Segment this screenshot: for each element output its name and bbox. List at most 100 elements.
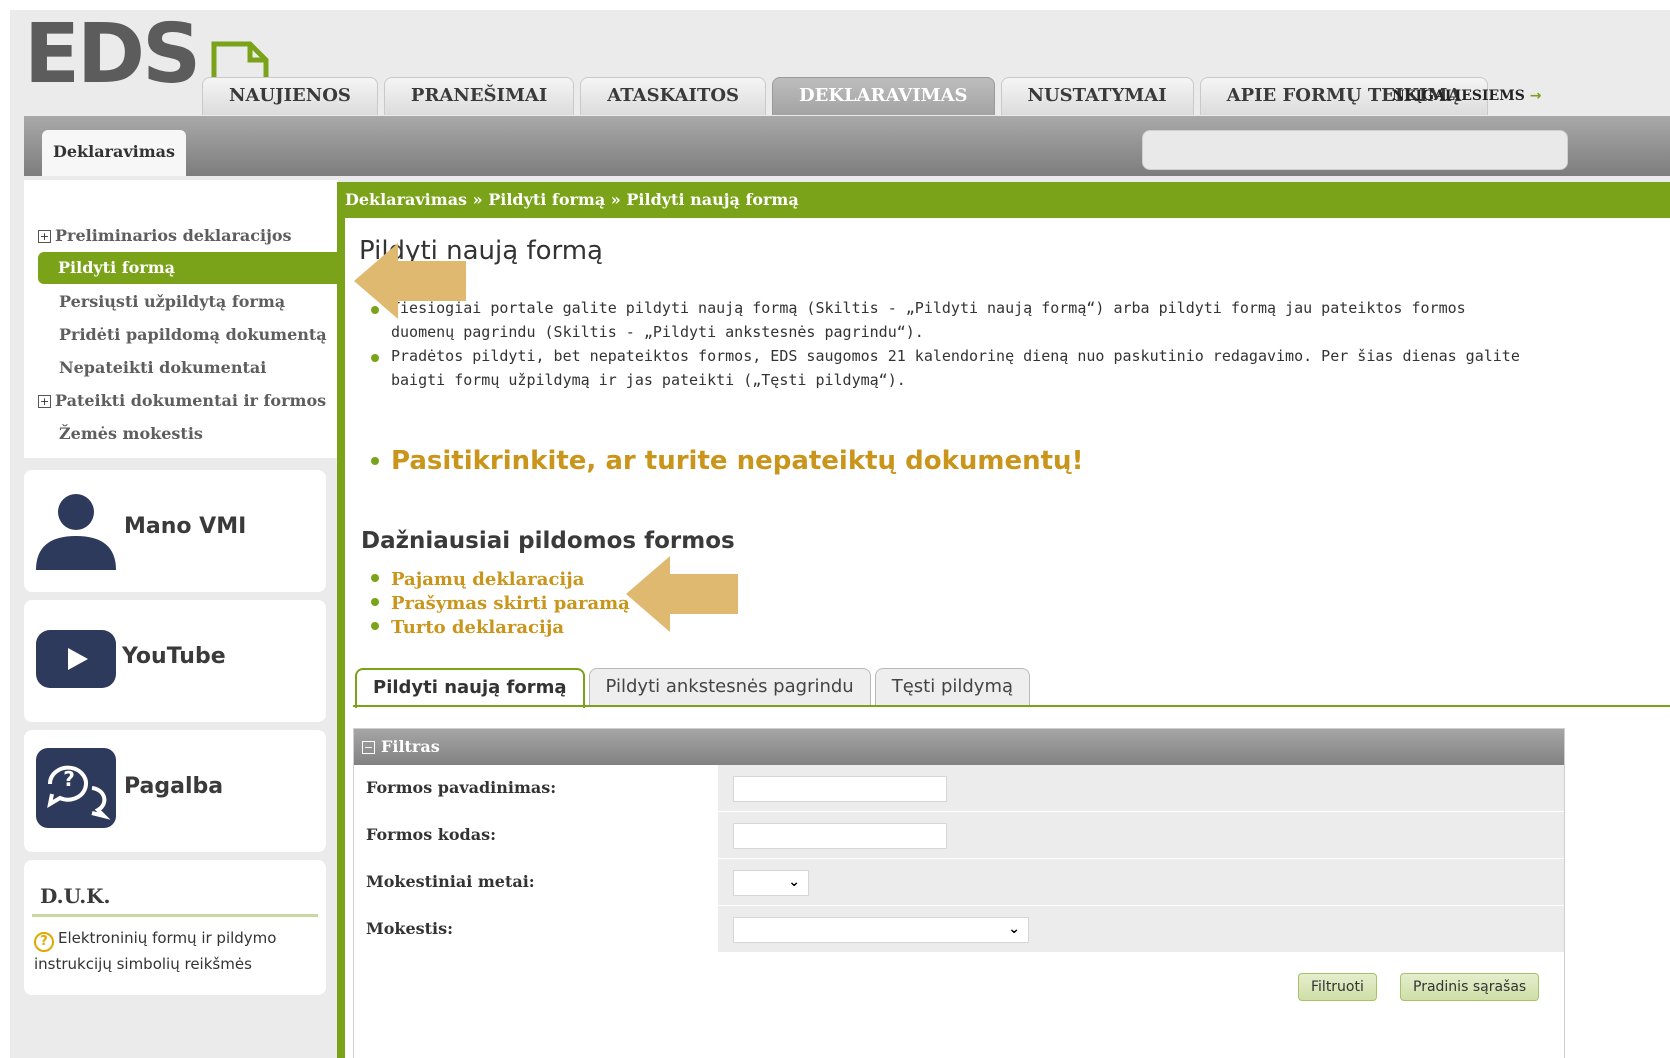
filter-button[interactable]: Filtruoti: [1298, 973, 1377, 1001]
tabs-underline: [353, 705, 1670, 707]
app-frame: EDS NAUJIENOS PRANEŠIMAI ATASKAITOS DEKL…: [10, 10, 1670, 1058]
sidebar-item-label: Nepateikti dokumentai: [59, 358, 267, 377]
info-list: Tiesiogiai portale galite pildyti naują …: [367, 296, 1537, 392]
main-nav: NAUJIENOS PRANEŠIMAI ATASKAITOS DEKLARAV…: [202, 77, 1494, 115]
form-name-input[interactable]: [733, 776, 947, 802]
sidebar-item-preliminarios[interactable]: + Preliminarios deklaracijos: [38, 220, 338, 252]
subtab-deklaravimas[interactable]: Deklaravimas: [42, 130, 186, 176]
frequent-form-label: Prašymas skirti paramą: [391, 593, 630, 614]
logo-text: EDS: [24, 10, 201, 102]
main-content: Deklaravimas » Pildyti formą » Pildyti n…: [337, 182, 1670, 1058]
question-icon: ?: [34, 932, 54, 952]
filter-value-cell: [718, 812, 1564, 858]
bullet-icon: [371, 574, 379, 582]
breadcrumb-item-current: Pildyti naują formą: [626, 190, 799, 209]
tab-naujienos[interactable]: NAUJIENOS: [202, 77, 378, 115]
pagalba-label: Pagalba: [124, 774, 224, 799]
accessibility-link-label: NEĮGALIESIEMS: [1392, 88, 1525, 104]
breadcrumb-separator: »: [610, 190, 621, 209]
expand-plus-icon[interactable]: +: [38, 395, 51, 408]
filter-label: Formos kodas:: [354, 812, 718, 858]
tab-ataskaitos[interactable]: ATASKAITOS: [580, 77, 767, 115]
breadcrumb-separator: »: [472, 190, 483, 209]
tax-year-select[interactable]: ⌄: [733, 870, 809, 896]
tab-pranesimai[interactable]: PRANEŠIMAI: [383, 77, 575, 115]
sidebar-item-label: Pateikti dokumentai ir formos: [55, 391, 327, 410]
tab-deklaravimas[interactable]: DEKLARAVIMAS: [772, 77, 995, 115]
filter-value-cell: ⌄: [718, 906, 1564, 952]
youtube-icon: [36, 630, 116, 688]
tab-nustatymai[interactable]: NUSTATYMAI: [1000, 77, 1194, 115]
sidebar-item-label: Pridėti papildomą dokumentą: [59, 325, 327, 344]
breadcrumb: Deklaravimas » Pildyti formą » Pildyti n…: [337, 182, 1670, 218]
svg-text:?: ?: [63, 767, 75, 791]
tab-pildyti-nauja[interactable]: Pildyti naują formą: [355, 668, 585, 708]
frequent-forms-title: Dažniausiai pildomos formos: [361, 528, 735, 554]
chevron-down-icon: ⌄: [788, 874, 800, 890]
faq-link[interactable]: ? Elektroninių formų ir pildymo instrukci…: [34, 926, 324, 976]
sidebar-menu: + Preliminarios deklaracijos Pildyti form…: [24, 180, 338, 458]
search-input[interactable]: [1142, 130, 1568, 170]
filter-value-cell: ⌄: [718, 859, 1564, 905]
frequent-form-link[interactable]: Turto deklaracija: [371, 616, 630, 640]
breadcrumb-item-pildyti-forma[interactable]: Pildyti formą: [488, 190, 605, 209]
frequent-form-link[interactable]: Prašymas skirti paramą: [371, 592, 630, 616]
reset-list-button[interactable]: Pradinis sąrašas: [1400, 973, 1540, 1001]
person-icon: [36, 494, 116, 570]
sidebar-item-label: Persiųsti užpildytą formą: [59, 292, 286, 311]
help-chat-icon: ?: [36, 748, 116, 828]
faq-box: D.U.K. ? Elektroninių formų ir pildymo in…: [24, 860, 326, 995]
filter-row-tax: Mokestis: ⌄: [354, 906, 1564, 952]
tax-select[interactable]: ⌄: [733, 917, 1029, 943]
info-item: Pradėtos pildyti, bet nepateiktos formos…: [367, 344, 1537, 392]
form-code-input[interactable]: [733, 823, 947, 849]
sidebar-item-zemes-mokestis[interactable]: Žemės mokestis: [38, 418, 338, 450]
filter-row-tax-year: Mokestiniai metai: ⌄: [354, 859, 1564, 905]
sidebar-item-prideti-dokumenta[interactable]: Pridėti papildomą dokumentą: [38, 319, 338, 351]
annotation-arrow-left-icon: [354, 243, 466, 319]
faq-title: D.U.K.: [40, 884, 111, 908]
sidebar-item-label: Preliminarios deklaracijos: [55, 226, 292, 245]
info-item: Tiesiogiai portale galite pildyti naują …: [367, 296, 1537, 344]
pagalba-box[interactable]: ? Pagalba: [24, 730, 326, 852]
frequent-form-link[interactable]: Pajamų deklaracija: [371, 568, 630, 592]
sidebar-item-pildyti-forma[interactable]: Pildyti formą: [38, 252, 338, 284]
filter-label: Mokestis:: [354, 906, 718, 952]
bullet-icon: [371, 622, 379, 630]
filter-row-form-name: Formos pavadinimas:: [354, 765, 1564, 811]
bullet-icon: [371, 457, 379, 465]
faq-link-label: Elektroninių formų ir pildymo instrukcij…: [34, 929, 277, 973]
form-tabs: Pildyti naują formą Pildyti ankstesnės p…: [355, 668, 1034, 708]
sidebar-item-pateikti[interactable]: + Pateikti dokumentai ir formos: [38, 385, 338, 417]
sidebar-item-label: Žemės mokestis: [59, 424, 203, 443]
breadcrumb-item-deklaravimas[interactable]: Deklaravimas: [345, 190, 467, 209]
collapse-minus-icon[interactable]: −: [362, 741, 375, 754]
bullet-icon: [371, 598, 379, 606]
sidebar-item-nepateikti[interactable]: Nepateikti dokumentai: [38, 352, 338, 384]
check-pending-link[interactable]: Pasitikrinkite, ar turite nepateiktų dok…: [371, 446, 1083, 476]
accessibility-link[interactable]: NEĮGALIESIEMS →: [1392, 88, 1541, 104]
check-pending-label: Pasitikrinkite, ar turite nepateiktų dok…: [391, 446, 1084, 476]
mano-vmi-label: Mano VMI: [124, 514, 247, 539]
sidebar-item-persiusti[interactable]: Persiųsti užpildytą formą: [38, 286, 338, 318]
youtube-box[interactable]: YouTube: [24, 600, 326, 722]
frequent-form-label: Pajamų deklaracija: [391, 569, 585, 590]
faq-divider: [32, 914, 318, 917]
tab-pildyti-ankstesnes[interactable]: Pildyti ankstesnės pagrindu: [588, 668, 871, 706]
tab-testi-pildyma[interactable]: Tęsti pildymą: [874, 668, 1031, 706]
youtube-label: YouTube: [122, 644, 226, 669]
arrow-right-icon: →: [1529, 88, 1542, 104]
frequent-forms-list: Pajamų deklaracija Prašymas skirti param…: [371, 568, 630, 640]
filter-header[interactable]: − Filtras: [354, 729, 1564, 765]
frequent-form-label: Turto deklaracija: [391, 617, 565, 638]
chevron-down-icon: ⌄: [1008, 921, 1020, 937]
annotation-arrow-left-icon: [626, 556, 738, 632]
filter-label: Mokestiniai metai:: [354, 859, 718, 905]
filter-title: Filtras: [381, 737, 440, 756]
expand-plus-icon[interactable]: +: [38, 230, 51, 243]
filter-row-form-code: Formos kodas:: [354, 812, 1564, 858]
filter-panel: − Filtras Formos pavadinimas: Formos koda…: [353, 728, 1565, 1058]
mano-vmi-box[interactable]: Mano VMI: [24, 470, 326, 592]
sidebar-item-label: Pildyti formą: [58, 258, 175, 277]
filter-value-cell: [718, 765, 1564, 811]
